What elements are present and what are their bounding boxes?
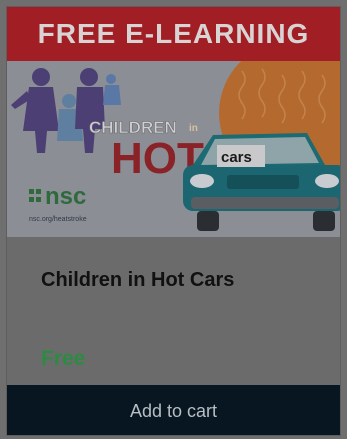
product-card[interactable]: FREE E-LEARNING CHILDREN in HOT cars nsc… [6, 6, 341, 436]
product-title[interactable]: Children in Hot Cars [41, 269, 234, 292]
product-price: Free [41, 347, 86, 370]
graphic-word-in: in [189, 123, 198, 134]
free-elearning-banner: FREE E-LEARNING [7, 7, 340, 61]
product-image[interactable]: CHILDREN in HOT cars nsc nsc.org/heatstr… [7, 61, 340, 237]
hero-graphic: CHILDREN in HOT cars nsc nsc.org/heatstr… [7, 61, 340, 237]
banner-text: FREE E-LEARNING [37, 18, 310, 49]
nsc-url-text: nsc.org/heatstroke [29, 216, 87, 223]
graphic-word-cars: cars [221, 149, 252, 166]
add-to-cart-button[interactable]: Add to cart [7, 385, 340, 435]
nsc-logo-text: nsc [45, 183, 86, 210]
